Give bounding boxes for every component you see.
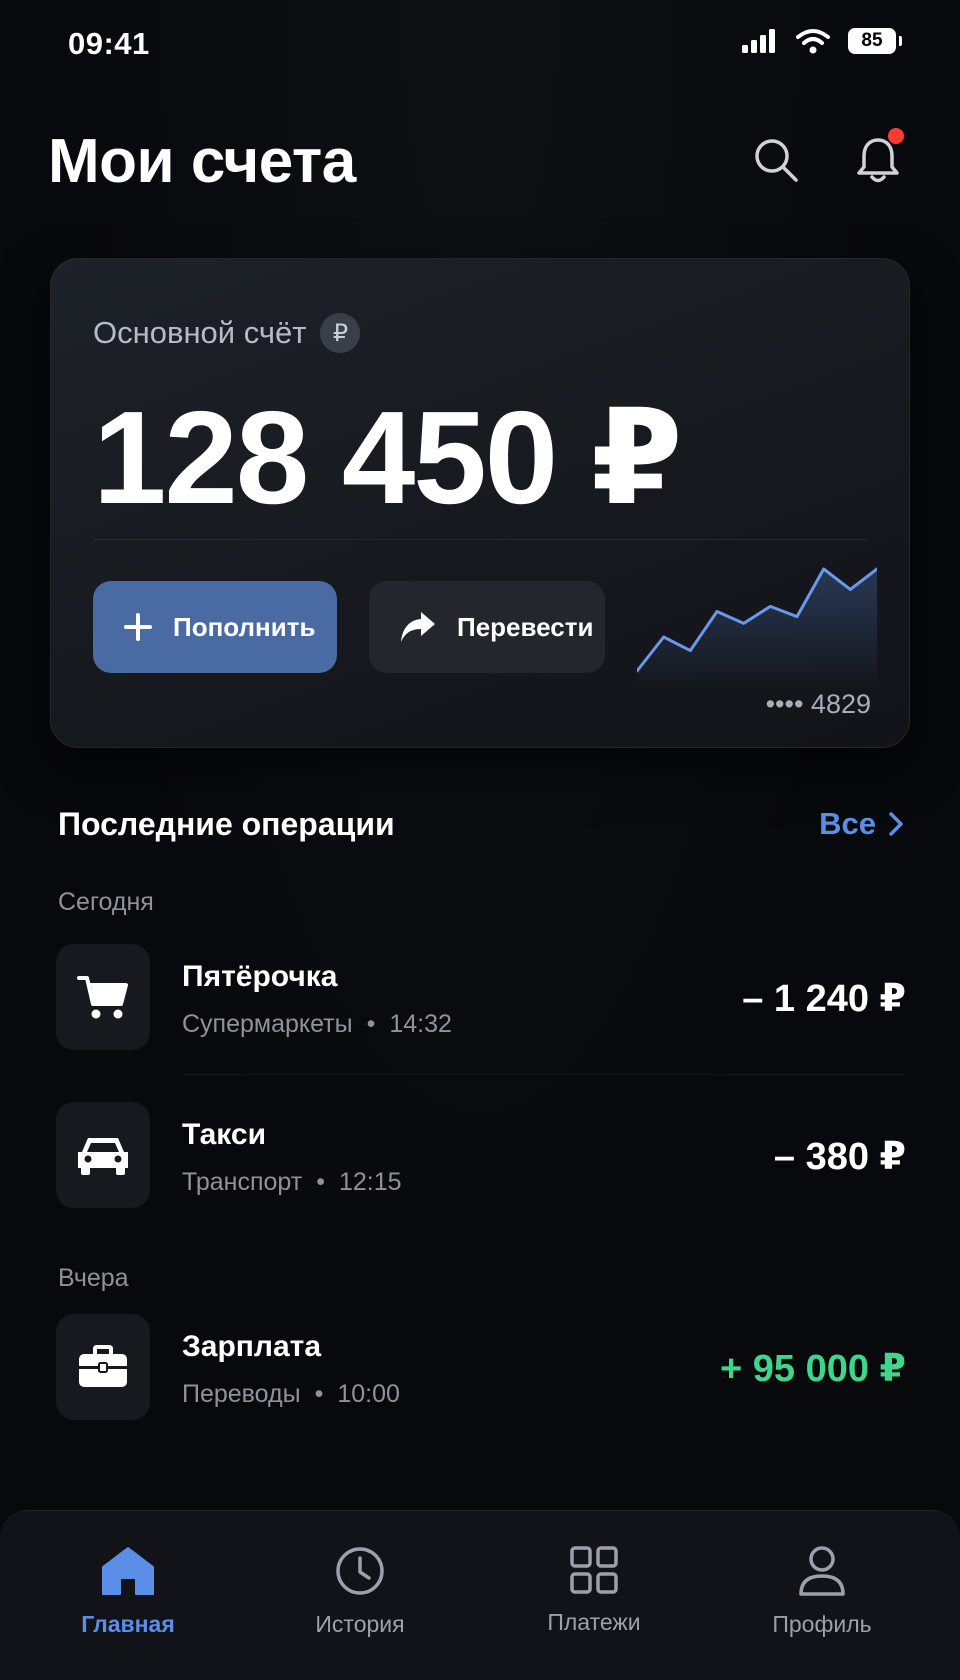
- status-icons: 85: [742, 28, 902, 54]
- recent-operations-title: Последние операции: [58, 806, 395, 842]
- nav-label: Профиль: [772, 1611, 872, 1637]
- transaction-category: Супермаркеты: [182, 1010, 353, 1038]
- signal-icon: [742, 29, 775, 53]
- transaction-category: Транспорт: [182, 1168, 303, 1196]
- day-label-today: Сегодня: [58, 888, 154, 916]
- status-bar: 09:41 85: [0, 0, 960, 90]
- transaction-icon-box: [56, 1102, 150, 1208]
- search-icon: [755, 139, 798, 182]
- transaction-icon-box: [56, 1314, 150, 1420]
- transaction-time: 14:32: [389, 1010, 452, 1038]
- transaction-name: Такси: [182, 1118, 267, 1151]
- transfer-button[interactable]: Перевести: [369, 581, 605, 673]
- transaction-amount: – 380 ₽: [773, 1136, 906, 1178]
- transaction-time: 10:00: [337, 1380, 400, 1408]
- card-number: •••• 4829: [765, 689, 871, 719]
- transaction-category: Переводы: [182, 1380, 301, 1408]
- nav-item-payments[interactable]: Платежи: [494, 1545, 694, 1636]
- transaction-meta: Переводы • 10:00: [182, 1380, 400, 1409]
- bottom-navigation: Главная История Платежи Профиль: [0, 1510, 960, 1680]
- battery-indicator: 85: [848, 28, 902, 54]
- app-screen: 09:41 85 Мои счета Основной счёт ₽ 128 4…: [0, 0, 960, 1680]
- transaction-amount: + 95 000 ₽: [720, 1348, 906, 1390]
- account-balance: 128 450 ₽: [93, 384, 683, 531]
- transaction-row[interactable]: Такси Транспорт • 12:15 – 380 ₽: [56, 1102, 906, 1208]
- nav-label: История: [315, 1611, 405, 1637]
- topup-label: Пополнить: [173, 611, 316, 642]
- meta-separator: •: [366, 1010, 376, 1038]
- transaction-time: 12:15: [339, 1168, 402, 1196]
- status-time: 09:41: [68, 26, 150, 61]
- cart-icon: [77, 976, 128, 1019]
- transaction-name: Пятёрочка: [182, 960, 338, 993]
- transaction-row[interactable]: Зарплата Переводы • 10:00 + 95 000 ₽: [56, 1314, 906, 1420]
- balance-sparkline: [637, 567, 877, 691]
- meta-separator: •: [314, 1380, 324, 1408]
- nav-label: Главная: [81, 1611, 175, 1637]
- wifi-icon: [796, 29, 830, 54]
- see-all-label: Все: [819, 806, 876, 841]
- notifications-button[interactable]: [846, 128, 910, 192]
- nav-item-profile[interactable]: Профиль: [722, 1545, 922, 1638]
- briefcase-icon: [79, 1345, 127, 1387]
- clock-icon: [336, 1547, 384, 1595]
- page-title: Мои счета: [48, 127, 356, 196]
- share-arrow-icon: [401, 612, 435, 642]
- plus-icon: [124, 613, 152, 641]
- battery-level: 85: [861, 30, 883, 51]
- card-divider: [93, 539, 867, 540]
- see-all-link[interactable]: Все: [819, 806, 904, 842]
- transaction-amount: – 1 240 ₽: [742, 978, 906, 1020]
- sparkline-area: [637, 569, 877, 691]
- topup-button[interactable]: Пополнить: [93, 581, 337, 673]
- transaction-icon-box: [56, 944, 150, 1050]
- nav-item-history[interactable]: История: [260, 1545, 460, 1638]
- transfer-label: Перевести: [457, 611, 594, 642]
- account-card[interactable]: Основной счёт ₽ 128 450 ₽ Пополнить Пере…: [50, 258, 910, 748]
- account-label-row: Основной счёт ₽: [93, 313, 361, 353]
- transaction-name: Зарплата: [182, 1330, 322, 1363]
- chevron-right-icon: [889, 812, 903, 836]
- meta-separator: •: [316, 1168, 325, 1196]
- home-icon: [102, 1547, 154, 1595]
- user-icon: [799, 1546, 845, 1596]
- transaction-meta: Транспорт • 12:15: [182, 1168, 402, 1197]
- nav-item-home[interactable]: Главная: [28, 1545, 228, 1638]
- transaction-meta: Супермаркеты • 14:32: [182, 1010, 452, 1039]
- car-icon: [78, 1138, 128, 1175]
- account-label: Основной счёт: [93, 315, 307, 350]
- nav-label: Платежи: [547, 1609, 641, 1635]
- day-label-yesterday: Вчера: [58, 1264, 129, 1292]
- transaction-row[interactable]: Пятёрочка Супермаркеты • 14:32 – 1 240 ₽: [56, 944, 906, 1050]
- grid-icon: [570, 1546, 618, 1594]
- ruble-icon: ₽: [320, 313, 361, 353]
- transaction-divider: [182, 1074, 906, 1075]
- notification-badge: [888, 128, 904, 144]
- search-button[interactable]: [744, 128, 808, 192]
